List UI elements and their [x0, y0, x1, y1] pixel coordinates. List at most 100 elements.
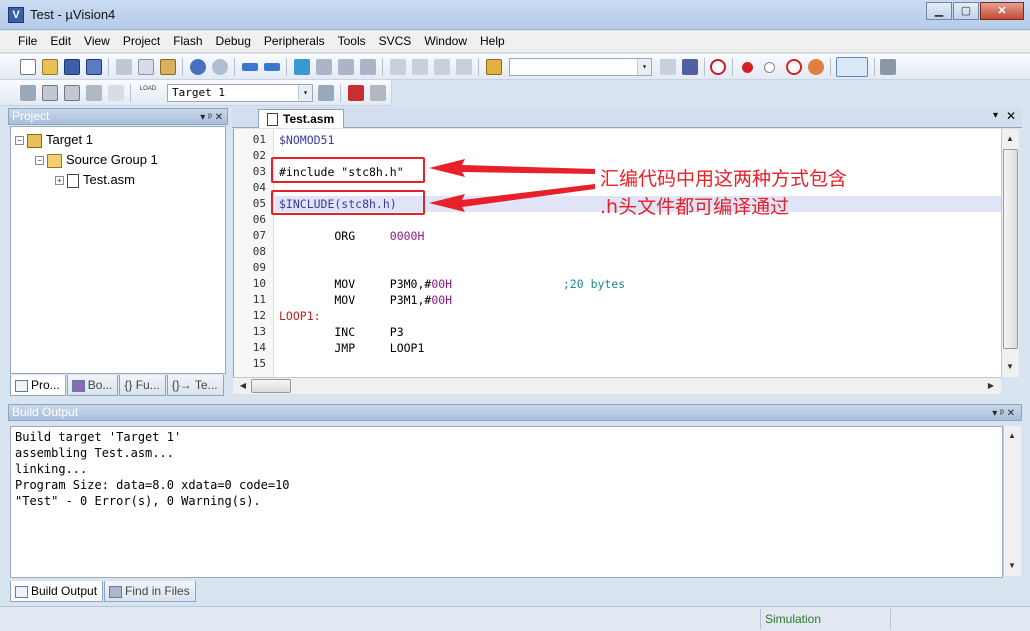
scroll-down-icon[interactable]: ▼ — [1004, 558, 1020, 574]
menu-edit[interactable]: Edit — [44, 31, 78, 52]
unindent-icon[interactable] — [412, 59, 428, 75]
asm-file-icon — [67, 173, 79, 188]
build-toolbar: LOAD Target 1 ▾ — [0, 80, 392, 106]
tab-find-in-files[interactable]: Find in Files — [104, 581, 196, 602]
minimize-button[interactable]: ▁ — [926, 2, 952, 20]
menu-help[interactable]: Help — [474, 31, 512, 52]
copy-icon[interactable] — [138, 59, 154, 75]
paste-icon[interactable] — [160, 59, 176, 75]
tree-target-1[interactable]: − Target 1 — [15, 131, 93, 149]
target-select[interactable]: Target 1 ▾ — [167, 84, 313, 102]
tab-build-output[interactable]: Build Output — [10, 581, 104, 602]
panel-pin-close-icon[interactable]: ▾ ᵖ ✕ — [200, 110, 223, 125]
menu-flash[interactable]: Flash — [167, 31, 209, 52]
editor-vertical-scrollbar[interactable]: ▲ ▼ — [1001, 129, 1019, 377]
menu-window[interactable]: Window — [418, 31, 474, 52]
code-line[interactable]: LOOP1: — [279, 308, 321, 324]
find-in-files-icon[interactable] — [486, 59, 502, 75]
open-folder-icon[interactable] — [42, 59, 58, 75]
annotation-arrows — [429, 159, 595, 212]
collapse-icon[interactable]: − — [35, 156, 44, 166]
batch-build-icon[interactable] — [86, 85, 102, 101]
window-layout-icon[interactable] — [836, 57, 868, 77]
download-icon[interactable]: LOAD — [138, 85, 158, 101]
find-icon[interactable] — [660, 59, 676, 75]
panel-pin-close-icon[interactable]: ▾ ᵖ ✕ — [992, 406, 1015, 421]
scroll-left-icon[interactable]: ◀ — [235, 378, 251, 394]
tab-functions[interactable]: {} Fu... — [119, 375, 166, 396]
line-number: 15 — [252, 357, 266, 370]
code-line[interactable]: INC P3 — [279, 324, 403, 340]
tab-project[interactable]: Pro... — [10, 375, 66, 396]
scroll-thumb[interactable] — [251, 379, 291, 393]
code-line[interactable]: MOV P3M1,#00H — [279, 292, 452, 308]
menu-tools[interactable]: Tools — [332, 31, 373, 52]
menu-debug[interactable]: Debug — [210, 31, 258, 52]
bookmark-icon[interactable] — [294, 59, 310, 75]
chevron-down-icon[interactable]: ▾ — [298, 85, 312, 101]
menu-project[interactable]: Project — [117, 31, 167, 52]
next-bookmark-icon[interactable] — [338, 59, 354, 75]
tree-test-asm[interactable]: + Test.asm — [55, 171, 135, 189]
disable-breakpoints-icon[interactable] — [786, 59, 802, 75]
rebuild-icon[interactable] — [64, 85, 80, 101]
new-file-icon[interactable] — [20, 59, 36, 75]
scroll-thumb[interactable] — [1003, 149, 1018, 349]
close-tab-icon[interactable]: ✕ — [1006, 109, 1016, 123]
manage-components-icon[interactable] — [348, 85, 364, 101]
cut-icon[interactable] — [116, 59, 132, 75]
manage-books-icon[interactable] — [370, 85, 386, 101]
save-all-icon[interactable] — [86, 59, 102, 75]
debug-session-icon[interactable] — [710, 59, 726, 75]
code-line[interactable]: JMP LOOP1 — [279, 340, 424, 356]
build-output-header: Build Output ▾ ᵖ ✕ — [8, 404, 1022, 421]
code-line[interactable]: MOV P3M0,#00H ;20 bytes — [279, 276, 625, 292]
expand-icon[interactable]: + — [55, 176, 64, 186]
line-number: 14 — [252, 341, 266, 354]
menu-file[interactable]: File — [12, 31, 44, 52]
close-button[interactable]: ✕ — [980, 2, 1024, 20]
redo-icon[interactable] — [212, 59, 228, 75]
incremental-find-icon[interactable] — [682, 59, 698, 75]
menu-peripherals[interactable]: Peripherals — [258, 31, 332, 52]
tree-source-group-1[interactable]: − Source Group 1 — [35, 151, 158, 169]
prev-bookmark-icon[interactable] — [316, 59, 332, 75]
target-options-icon[interactable] — [318, 85, 334, 101]
scroll-up-icon[interactable]: ▲ — [1002, 131, 1018, 147]
translate-icon[interactable] — [20, 85, 36, 101]
build-output-tabs: Build Output Find in Files — [10, 581, 197, 602]
menu-view[interactable]: View — [78, 31, 117, 52]
kill-breakpoints-icon[interactable] — [808, 59, 824, 75]
tree-label: Test.asm — [83, 172, 136, 187]
collapse-icon[interactable]: − — [15, 136, 24, 146]
code-line[interactable]: ORG 0000H — [279, 228, 424, 244]
enable-breakpoint-icon[interactable] — [764, 62, 775, 73]
build-icon[interactable] — [42, 85, 58, 101]
navigate-forward-icon[interactable] — [264, 63, 280, 71]
navigate-back-icon[interactable] — [242, 63, 258, 71]
scroll-down-icon[interactable]: ▼ — [1002, 359, 1018, 375]
find-combo[interactable]: ▾ — [509, 58, 652, 76]
build-output-scrollbar[interactable]: ▲ ▼ — [1003, 426, 1021, 576]
clear-bookmarks-icon[interactable] — [360, 59, 376, 75]
editor-horizontal-scrollbar[interactable]: ◀ ▶ — [233, 377, 1001, 394]
undo-icon[interactable] — [190, 59, 206, 75]
scroll-up-icon[interactable]: ▲ — [1004, 428, 1020, 444]
code-line[interactable]: $NOMOD51 — [279, 132, 334, 148]
tab-test-asm[interactable]: Test.asm — [258, 109, 344, 128]
configure-icon[interactable] — [880, 59, 896, 75]
comment-icon[interactable] — [434, 59, 450, 75]
tab-templates[interactable]: {}→ Te... — [166, 375, 224, 396]
status-bar: Simulation — [0, 606, 1030, 631]
maximize-button[interactable]: ▢ — [953, 2, 979, 20]
save-icon[interactable] — [64, 59, 80, 75]
chevron-down-icon[interactable]: ▾ — [637, 59, 651, 75]
indent-icon[interactable] — [390, 59, 406, 75]
stop-build-icon[interactable] — [108, 85, 124, 101]
menu-svcs[interactable]: SVCS — [373, 31, 419, 52]
uncomment-icon[interactable] — [456, 59, 472, 75]
chevron-down-icon[interactable]: ▾ — [993, 110, 998, 121]
scroll-right-icon[interactable]: ▶ — [983, 378, 999, 394]
insert-breakpoint-icon[interactable] — [742, 62, 753, 73]
tab-books[interactable]: Bo... — [66, 375, 119, 396]
